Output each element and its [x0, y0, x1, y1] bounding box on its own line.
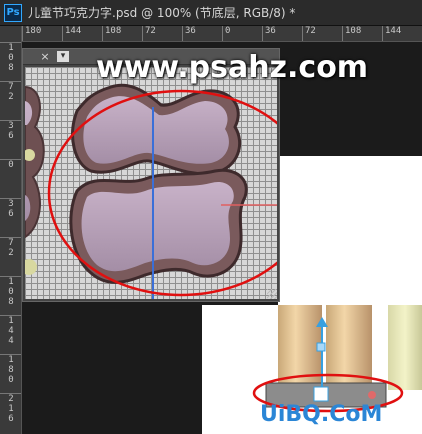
- column-right: [388, 305, 422, 390]
- ruler-tick-label: 144: [382, 26, 401, 41]
- ruler-tick-label: 108: [0, 42, 21, 73]
- vertical-ruler[interactable]: 108 72 36 0 36 72 108 144 180 216: [0, 42, 22, 434]
- ruler-corner[interactable]: [0, 26, 22, 42]
- dot-decoration: [25, 259, 37, 275]
- ruler-tick-label: 36: [0, 198, 21, 219]
- ruler-tick-label: 36: [262, 26, 276, 41]
- ruler-tick-label: 0: [0, 159, 21, 170]
- zoomed-canvas[interactable]: [25, 67, 277, 299]
- watermark-bottom: UiBQ.CoM: [260, 402, 383, 427]
- ruler-tick-label: 0: [222, 26, 230, 41]
- horizontal-ruler[interactable]: 180 144 108 72 36 0 36 72 108 144: [22, 26, 422, 42]
- transform-center-handle[interactable]: [313, 386, 329, 402]
- ruler-tick-label: 216: [0, 393, 21, 424]
- ruler-tick-label: 144: [0, 315, 21, 346]
- transform-handle[interactable]: [316, 342, 326, 352]
- ruler-tick-label: 36: [0, 120, 21, 141]
- ruler-tick-label: 36: [182, 26, 196, 41]
- panel-menu-icon[interactable]: ▾: [57, 51, 69, 62]
- blob-shape-lower-fill: [81, 181, 234, 272]
- ruler-tick-label: 72: [0, 237, 21, 258]
- ruler-tick-label: 108: [102, 26, 121, 41]
- ruler-tick-label: 72: [142, 26, 156, 41]
- document-tab-bar: Ps 儿童节巧克力字.psd @ 100% (节底层, RGB/8) *: [0, 0, 422, 26]
- rotate-handle-icon[interactable]: [368, 391, 376, 399]
- ruler-tick-label: 108: [342, 26, 361, 41]
- zoom-preview-panel[interactable]: × ▾: [22, 48, 280, 302]
- photoshop-logo-icon: Ps: [4, 3, 22, 22]
- watermark-top: www.psahz.com: [96, 50, 369, 85]
- close-icon[interactable]: ×: [39, 50, 51, 63]
- ruler-tick-label: 72: [302, 26, 316, 41]
- canvas-white-region: [278, 156, 422, 306]
- resize-grip-icon[interactable]: [267, 289, 277, 299]
- ruler-tick-label: 144: [62, 26, 81, 41]
- chocolate-letter-art: [25, 83, 277, 299]
- ruler-tick-label: 108: [0, 276, 21, 307]
- ruler-tick-label: 72: [0, 81, 21, 102]
- ruler-tick-label: 180: [22, 26, 41, 41]
- document-title[interactable]: 儿童节巧克力字.psd @ 100% (节底层, RGB/8) *: [28, 4, 295, 21]
- ruler-tick-label: 180: [0, 354, 21, 385]
